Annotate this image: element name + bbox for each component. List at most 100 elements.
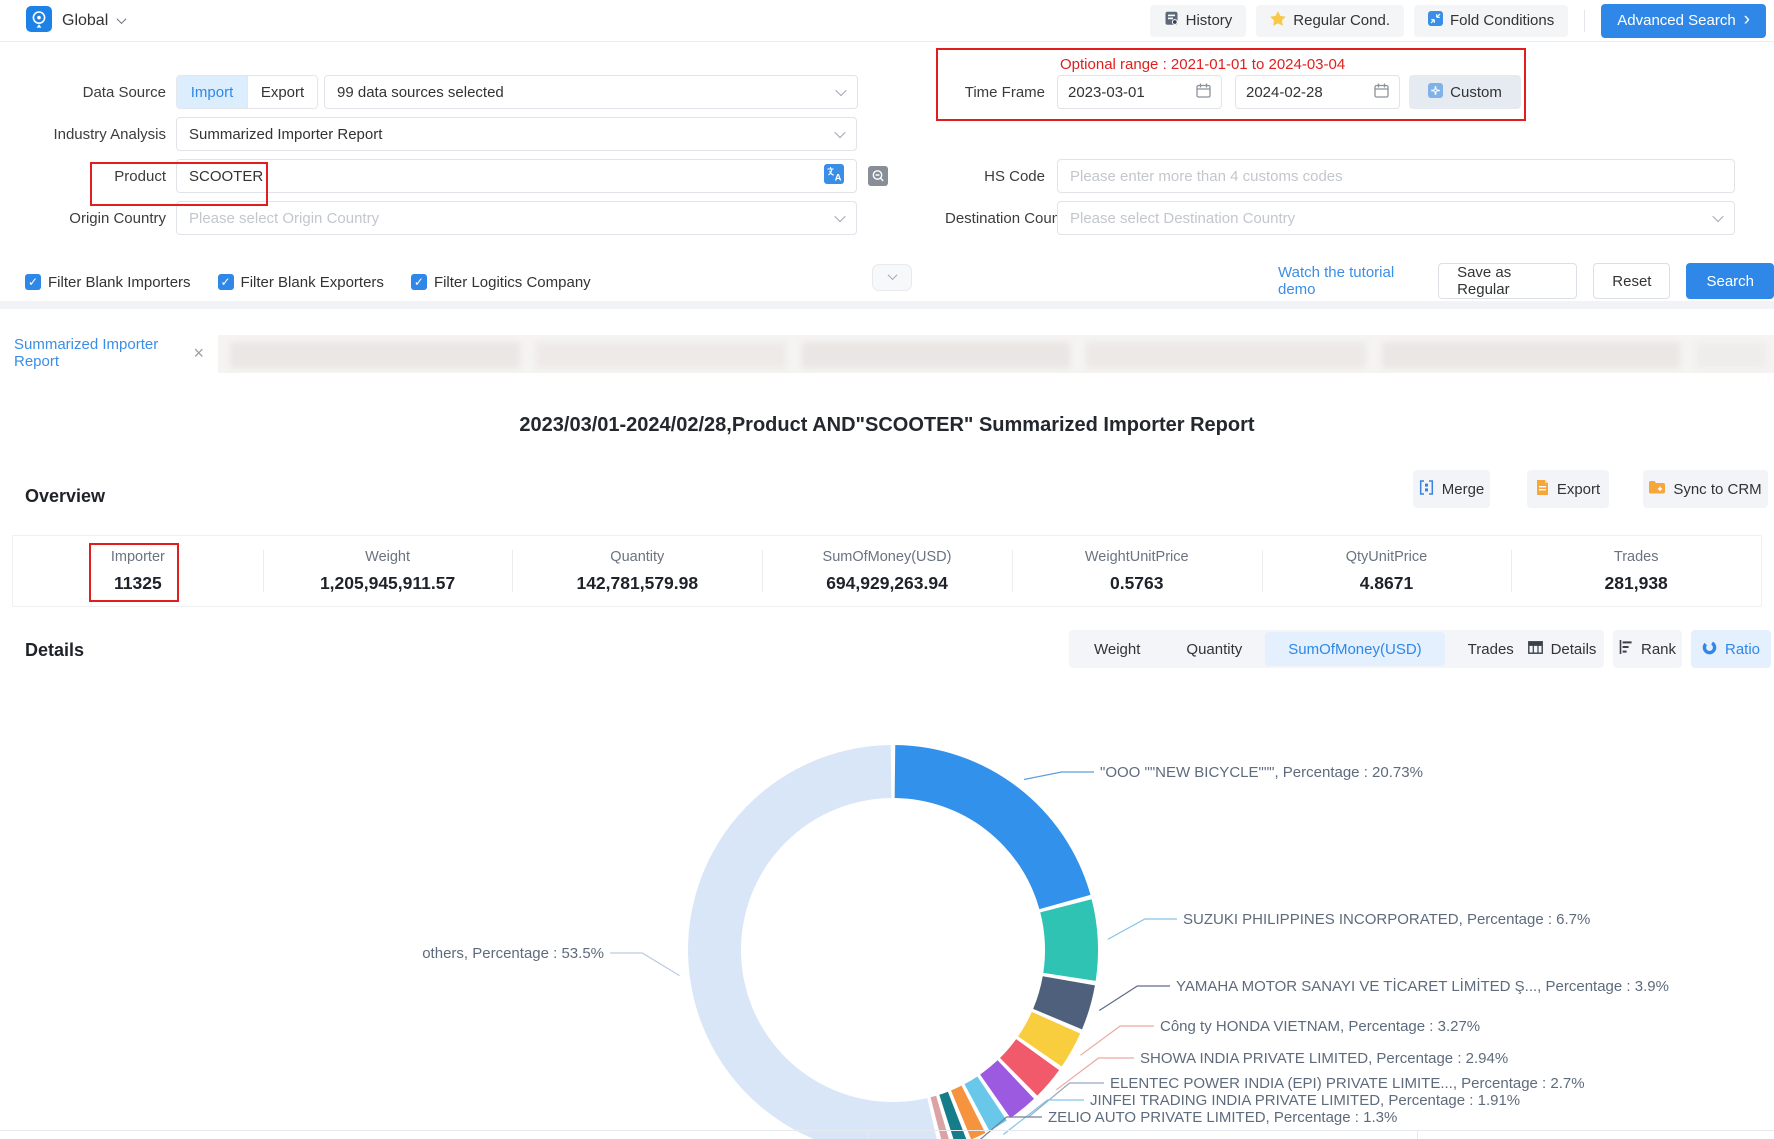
ratio-chart: "OOO ""NEW BICYCLE""", Percentage : 20.7… bbox=[0, 700, 1774, 1139]
date-from-value: 2023-03-01 bbox=[1068, 84, 1145, 101]
stat-label: Quantity bbox=[610, 549, 664, 565]
advanced-search-button[interactable]: Advanced Search › bbox=[1601, 4, 1766, 38]
tutorial-link[interactable]: Watch the tutorial demo bbox=[1278, 264, 1422, 298]
stat-trades: Trades281,938 bbox=[1511, 536, 1761, 606]
save-as-regular-button[interactable]: Save as Regular bbox=[1438, 263, 1577, 299]
filter-logitics-company-checkbox[interactable]: ✓ Filter Logitics Company bbox=[411, 274, 591, 291]
custom-range-button[interactable]: Custom bbox=[1409, 75, 1521, 109]
view-details-label: Details bbox=[1551, 641, 1597, 658]
industry-analysis-value: Summarized Importer Report bbox=[189, 126, 382, 143]
sync-to-crm-button[interactable]: Sync to CRM bbox=[1643, 470, 1768, 508]
data-source-row: Data Source Import Export 99 data source… bbox=[25, 75, 858, 109]
filter-blank-exporters-checkbox[interactable]: ✓ Filter Blank Exporters bbox=[218, 274, 384, 291]
form-actions: Watch the tutorial demo Save as Regular … bbox=[1278, 263, 1774, 299]
metric-tab-sumofmoneyusd[interactable]: SumOfMoney(USD) bbox=[1265, 632, 1444, 666]
fold-conditions-button[interactable]: Fold Conditions bbox=[1414, 5, 1568, 37]
advanced-search-label: Advanced Search bbox=[1617, 12, 1735, 29]
pie-label: Công ty HONDA VIETNAM, Percentage : 3.27… bbox=[1160, 1018, 1480, 1035]
metric-tab-quantity[interactable]: Quantity bbox=[1163, 632, 1265, 666]
close-icon[interactable]: × bbox=[193, 344, 204, 362]
hs-code-row: HS Code Please enter more than 4 customs… bbox=[945, 159, 1735, 193]
regular-cond-button[interactable]: Regular Cond. bbox=[1256, 5, 1404, 37]
pie-label: SHOWA INDIA PRIVATE LIMITED, Percentage … bbox=[1140, 1050, 1508, 1067]
regular-cond-label: Regular Cond. bbox=[1293, 12, 1390, 29]
merge-button[interactable]: Merge bbox=[1413, 470, 1490, 508]
custom-range-label: Custom bbox=[1450, 84, 1502, 101]
reset-button[interactable]: Reset bbox=[1593, 263, 1670, 299]
filter-logitics-company-label: Filter Logitics Company bbox=[434, 274, 591, 291]
pie-label: SUZUKI PHILIPPINES INCORPORATED, Percent… bbox=[1183, 911, 1590, 928]
date-from-input[interactable]: 2023-03-01 bbox=[1057, 75, 1222, 109]
industry-analysis-select[interactable]: Summarized Importer Report bbox=[176, 117, 857, 151]
industry-row: Industry Analysis Summarized Importer Re… bbox=[25, 117, 857, 151]
destination-row: Destination Country Please select Destin… bbox=[945, 201, 1735, 235]
pie-segment[interactable] bbox=[688, 745, 939, 1139]
checkbox-checked-icon: ✓ bbox=[218, 274, 234, 290]
data-sources-select[interactable]: 99 data sources selected bbox=[324, 75, 858, 109]
table-top-hint bbox=[0, 1130, 1774, 1139]
view-details-button[interactable]: Details bbox=[1520, 630, 1604, 668]
separator-band bbox=[0, 301, 1774, 309]
overview-heading: Overview bbox=[25, 486, 105, 507]
optional-range-text: Optional range : 2021-01-01 to 2024-03-0… bbox=[1060, 56, 1345, 73]
pie-segment[interactable] bbox=[895, 745, 1091, 909]
tab-label: Summarized Importer Report bbox=[14, 336, 181, 370]
chevron-right-icon: › bbox=[1744, 10, 1750, 29]
hs-code-placeholder: Please enter more than 4 customs codes bbox=[1070, 168, 1343, 185]
product-input[interactable]: SCOOTER A bbox=[176, 159, 857, 193]
stat-label: Weight bbox=[365, 549, 410, 565]
stat-label: Importer bbox=[111, 549, 165, 565]
chevron-down-icon bbox=[835, 85, 846, 96]
pie-label-line bbox=[1099, 986, 1170, 1011]
stat-sumofmoneyusd: SumOfMoney(USD) 694,929,263.94 bbox=[762, 536, 1012, 606]
origin-country-select[interactable]: Please select Origin Country bbox=[176, 201, 857, 235]
pie-segment[interactable] bbox=[1040, 899, 1098, 981]
fold-conditions-label: Fold Conditions bbox=[1450, 12, 1554, 29]
tab-summarized-importer-report[interactable]: Summarized Importer Report × bbox=[0, 333, 218, 373]
stat-label: SumOfMoney(USD) bbox=[823, 549, 952, 565]
translate-icon[interactable]: A bbox=[824, 164, 844, 188]
view-rank-button[interactable]: Rank bbox=[1613, 630, 1682, 668]
report-title: 2023/03/01-2024/02/28,Product AND"SCOOTE… bbox=[0, 414, 1774, 437]
pie-label-line bbox=[1024, 772, 1094, 779]
stat-value: 4.8671 bbox=[1360, 573, 1414, 594]
tab-strip: Summarized Importer Report × bbox=[0, 333, 1774, 373]
stat-value: 694,929,263.94 bbox=[826, 573, 948, 594]
custom-icon bbox=[1428, 83, 1443, 102]
data-sources-value: 99 data sources selected bbox=[337, 84, 504, 101]
region-select[interactable]: Global bbox=[26, 6, 125, 36]
view-ratio-label: Ratio bbox=[1725, 641, 1760, 658]
pie-label: ELENTEC POWER INDIA (EPI) PRIVATE LIMITE… bbox=[1110, 1075, 1585, 1092]
destination-country-label: Destination Country bbox=[945, 210, 1045, 227]
filter-blank-importers-label: Filter Blank Importers bbox=[48, 274, 191, 291]
import-export-toggle: Import Export bbox=[176, 75, 318, 109]
view-ratio-button[interactable]: Ratio bbox=[1691, 630, 1771, 668]
hs-code-input[interactable]: Please enter more than 4 customs codes bbox=[1057, 159, 1735, 193]
pie-label: others, Percentage : 53.5% bbox=[422, 945, 604, 962]
date-to-input[interactable]: 2024-02-28 bbox=[1235, 75, 1400, 109]
donut-icon bbox=[1702, 640, 1717, 659]
stat-importer: Importer11325 bbox=[13, 536, 263, 606]
filter-blank-importers-checkbox[interactable]: ✓ Filter Blank Importers bbox=[25, 274, 191, 291]
metric-tab-weight[interactable]: Weight bbox=[1071, 632, 1163, 666]
pie-label: ZELIO AUTO PRIVATE LIMITED, Percentage :… bbox=[1048, 1109, 1397, 1126]
pie-label-line bbox=[1108, 919, 1177, 939]
history-button[interactable]: History bbox=[1150, 5, 1247, 37]
ratio-chart-area: "OOO ""NEW BICYCLE""", Percentage : 20.7… bbox=[0, 700, 1774, 1139]
export-button[interactable]: Export bbox=[1527, 470, 1609, 508]
metric-tabs: WeightQuantitySumOfMoney(USD)Trades bbox=[1069, 630, 1539, 668]
fuzzy-match-icon[interactable] bbox=[868, 166, 888, 186]
stat-label: Trades bbox=[1614, 549, 1659, 565]
calendar-icon bbox=[1196, 83, 1211, 102]
star-icon bbox=[1270, 11, 1286, 30]
chevron-down-icon bbox=[834, 127, 845, 138]
overview-stats: Importer11325Weight1,205,945,911.57Quant… bbox=[12, 535, 1762, 607]
destination-country-select[interactable]: Please select Destination Country bbox=[1057, 201, 1735, 235]
export-label: Export bbox=[1557, 481, 1600, 498]
export-tab[interactable]: Export bbox=[247, 76, 317, 108]
search-button[interactable]: Search bbox=[1686, 263, 1774, 299]
rank-icon bbox=[1619, 640, 1633, 658]
import-tab[interactable]: Import bbox=[177, 76, 247, 108]
collapse-conditions-button[interactable] bbox=[872, 264, 912, 291]
history-label: History bbox=[1186, 12, 1233, 29]
